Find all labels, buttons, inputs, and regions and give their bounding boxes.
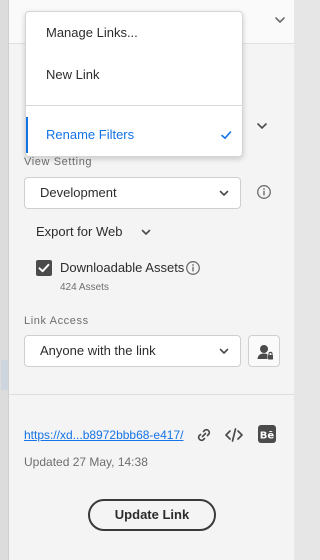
code-icon[interactable] (224, 425, 244, 445)
checkmark-icon (38, 263, 50, 273)
export-for-web-dropdown[interactable]: Export for Web (36, 224, 122, 239)
view-setting-dropdown[interactable]: Development (24, 177, 241, 209)
share-link-url[interactable]: https://xd...b8972bbb68-e417/ (24, 428, 183, 442)
chevron-down-icon (219, 190, 229, 196)
user-lock-icon (257, 345, 273, 360)
info-icon[interactable] (256, 184, 272, 200)
section-divider (9, 394, 294, 395)
menu-item-rename-filters[interactable]: Rename Filters (26, 117, 242, 153)
chevron-down-icon[interactable] (140, 226, 152, 238)
menu-item-new-link[interactable]: New Link (26, 57, 242, 93)
checkmark-icon (221, 131, 232, 139)
canvas-thumbnail (1, 360, 8, 390)
downloadable-assets-label: Downloadable Assets (60, 260, 185, 275)
update-link-button[interactable]: Update Link (88, 499, 216, 531)
chevron-down-icon[interactable] (273, 13, 287, 27)
link-access-label: Link Access (24, 315, 89, 327)
last-updated-text: Updated 27 May, 14:38 (24, 455, 148, 469)
menu-item-label: Rename Filters (46, 127, 135, 142)
chevron-down-icon[interactable] (255, 119, 269, 133)
view-setting-label: View Setting (24, 156, 93, 168)
menu-item-manage-links[interactable]: Manage Links... (26, 15, 242, 51)
link-access-value: Anyone with the link (40, 343, 156, 358)
link-icon[interactable] (194, 425, 214, 445)
behance-icon[interactable]: Bē (257, 424, 277, 444)
canvas-edge (0, 0, 9, 560)
info-icon[interactable] (185, 260, 201, 276)
view-setting-value: Development (40, 185, 117, 200)
chevron-down-icon (219, 348, 229, 354)
invite-people-button[interactable] (248, 335, 280, 367)
export-label: Export for Web (36, 224, 123, 239)
downloadable-assets-checkbox[interactable] (36, 260, 52, 276)
asset-count: 424 Assets (60, 282, 109, 293)
menu-item-label: New Link (46, 67, 100, 82)
link-options-menu: Manage Links... New Link Rename Filters (25, 11, 243, 157)
menu-divider (26, 105, 242, 106)
svg-text:Bē: Bē (260, 431, 275, 442)
menu-item-label: Manage Links... (46, 25, 138, 40)
link-access-dropdown[interactable]: Anyone with the link (24, 335, 241, 367)
